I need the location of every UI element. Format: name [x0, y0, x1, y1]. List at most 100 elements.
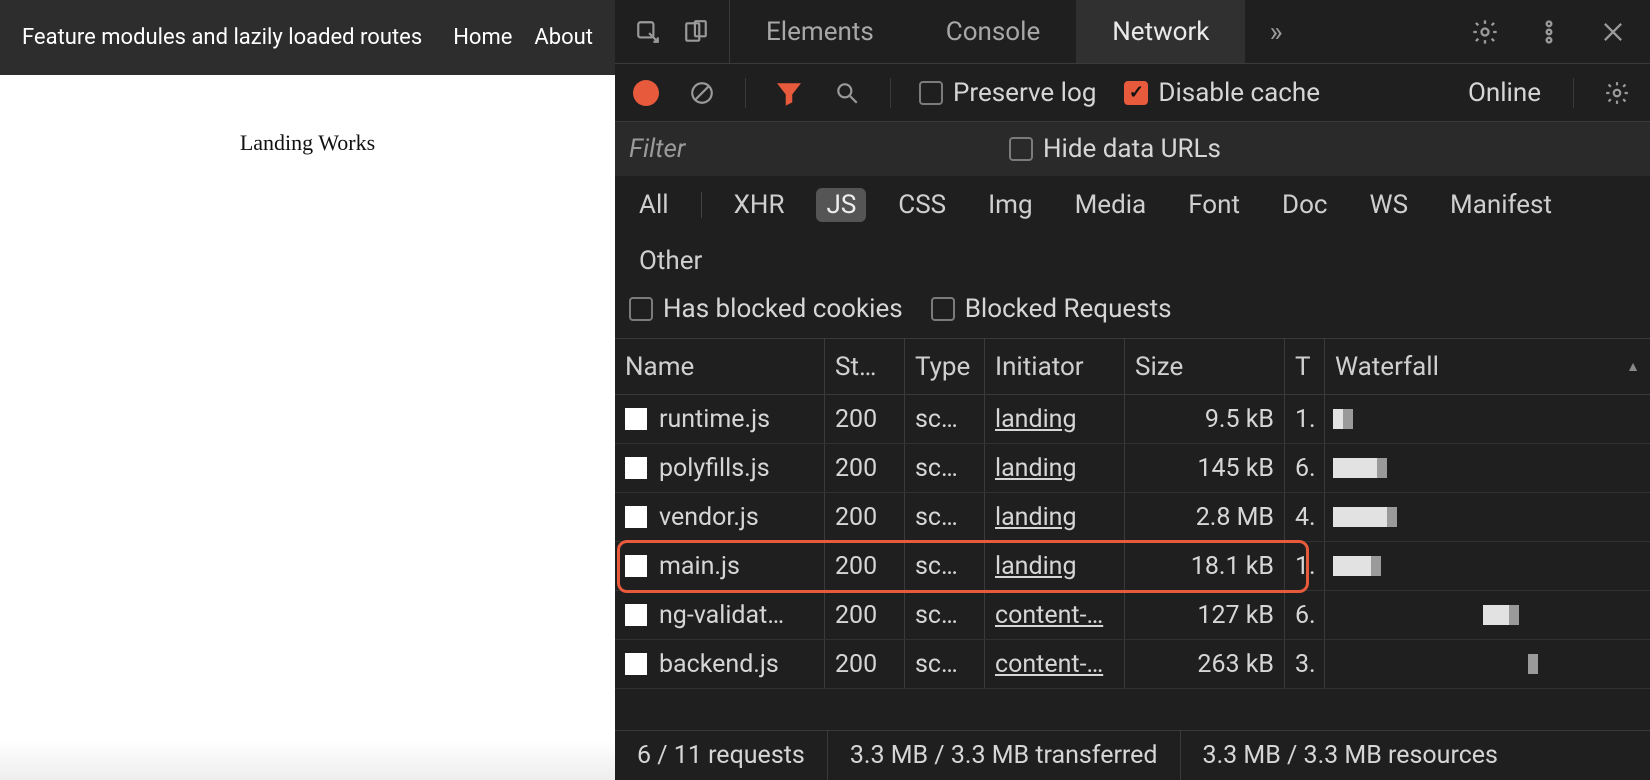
status-requests: 6 / 11 requests — [615, 731, 828, 780]
cell-type: sc… — [905, 493, 985, 541]
file-icon — [625, 653, 647, 675]
blocked-requests-label: Blocked Requests — [965, 294, 1172, 324]
cell-name: backend.js — [659, 650, 779, 679]
preserve-log-label: Preserve log — [953, 78, 1096, 108]
preserve-log-checkbox[interactable]: Preserve log — [919, 78, 1096, 108]
tab-network[interactable]: Network — [1076, 0, 1245, 63]
app-footer-fade — [0, 740, 615, 780]
disable-cache-label: Disable cache — [1158, 78, 1320, 108]
cell-time: 6. — [1285, 591, 1325, 639]
cell-waterfall — [1325, 640, 1650, 688]
disable-cache-checkbox[interactable]: Disable cache — [1124, 78, 1320, 108]
checkbox-icon — [629, 297, 653, 321]
devtools-tabs: Elements Console Network » — [615, 0, 1650, 64]
cell-status: 200 — [825, 395, 905, 443]
table-row[interactable]: polyfills.js200sc…landing145 kB6. — [615, 444, 1650, 493]
type-filter-row: All XHR JS CSS Img Media Font Doc WS Man… — [615, 176, 1650, 290]
cell-name: main.js — [659, 552, 740, 581]
type-css[interactable]: CSS — [888, 188, 956, 222]
devtools-pane: Elements Console Network » — [615, 0, 1650, 780]
cell-initiator[interactable]: landing — [995, 503, 1077, 532]
tab-elements[interactable]: Elements — [730, 0, 910, 63]
type-img[interactable]: Img — [978, 188, 1042, 222]
file-icon — [625, 506, 647, 528]
cell-status: 200 — [825, 493, 905, 541]
tab-console[interactable]: Console — [910, 0, 1076, 63]
status-bar: 6 / 11 requests 3.3 MB / 3.3 MB transfer… — [615, 730, 1650, 780]
cell-size: 18.1 kB — [1125, 542, 1285, 590]
cell-time: 4. — [1285, 493, 1325, 541]
landing-text: Landing Works — [240, 130, 375, 740]
hide-data-urls-checkbox[interactable]: Hide data URLs — [1009, 134, 1221, 164]
cell-type: sc… — [905, 542, 985, 590]
cell-initiator[interactable]: content-… — [995, 650, 1103, 679]
hide-data-urls-label: Hide data URLs — [1043, 134, 1221, 164]
app-nav-links: Home About — [453, 25, 593, 50]
checkbox-icon — [1009, 137, 1033, 161]
network-settings-gear-icon[interactable] — [1602, 78, 1632, 108]
blocked-requests-checkbox[interactable]: Blocked Requests — [931, 294, 1172, 324]
cell-waterfall — [1325, 395, 1650, 443]
nav-link-about[interactable]: About — [534, 25, 593, 50]
inspect-element-icon[interactable] — [633, 17, 663, 47]
checkbox-checked-icon — [1124, 81, 1148, 105]
type-other[interactable]: Other — [629, 244, 712, 278]
checkbox-icon — [931, 297, 955, 321]
search-icon[interactable] — [832, 78, 862, 108]
cell-status: 200 — [825, 444, 905, 492]
col-status[interactable]: St… — [825, 339, 905, 394]
type-media[interactable]: Media — [1065, 188, 1157, 222]
record-button[interactable] — [633, 80, 659, 106]
cell-initiator[interactable]: landing — [995, 454, 1077, 483]
type-all[interactable]: All — [629, 188, 679, 222]
close-devtools-icon[interactable] — [1598, 17, 1628, 47]
table-row[interactable]: main.js200sc…landing18.1 kB1. — [615, 542, 1650, 591]
app-title: Feature modules and lazily loaded routes — [22, 25, 453, 50]
tabs-overflow-icon[interactable]: » — [1245, 15, 1306, 48]
waterfall-label: Waterfall — [1335, 352, 1439, 382]
cell-status: 200 — [825, 591, 905, 639]
cell-waterfall — [1325, 444, 1650, 492]
table-body[interactable]: runtime.js200sc…landing9.5 kB1.polyfills… — [615, 395, 1650, 730]
cell-size: 127 kB — [1125, 591, 1285, 639]
device-toolbar-icon[interactable] — [681, 17, 711, 47]
col-initiator[interactable]: Initiator — [985, 339, 1125, 394]
cell-initiator[interactable]: landing — [995, 405, 1077, 434]
cell-size: 145 kB — [1125, 444, 1285, 492]
settings-gear-icon[interactable] — [1470, 17, 1500, 47]
kebab-menu-icon[interactable] — [1534, 17, 1564, 47]
cell-type: sc… — [905, 591, 985, 639]
cell-type: sc… — [905, 395, 985, 443]
file-icon — [625, 457, 647, 479]
app-navbar: Feature modules and lazily loaded routes… — [0, 0, 615, 75]
file-icon — [625, 604, 647, 626]
table-row[interactable]: runtime.js200sc…landing9.5 kB1. — [615, 395, 1650, 444]
table-row[interactable]: ng-validat…200sc…content-…127 kB6. — [615, 591, 1650, 640]
nav-link-home[interactable]: Home — [453, 25, 512, 50]
col-waterfall[interactable]: Waterfall ▲ — [1325, 339, 1650, 394]
throttling-select[interactable]: Online — [1468, 78, 1545, 108]
col-name[interactable]: Name — [615, 339, 825, 394]
type-js[interactable]: JS — [816, 188, 866, 222]
filter-funnel-icon[interactable] — [774, 78, 804, 108]
col-time[interactable]: T — [1285, 339, 1325, 394]
col-type[interactable]: Type — [905, 339, 985, 394]
type-font[interactable]: Font — [1178, 188, 1250, 222]
type-manifest[interactable]: Manifest — [1440, 188, 1562, 222]
cell-initiator[interactable]: content-… — [995, 601, 1103, 630]
type-doc[interactable]: Doc — [1272, 188, 1338, 222]
filter-input[interactable] — [629, 134, 969, 164]
cell-size: 9.5 kB — [1125, 395, 1285, 443]
clear-icon[interactable] — [687, 78, 717, 108]
cell-initiator[interactable]: landing — [995, 552, 1077, 581]
type-ws[interactable]: WS — [1360, 188, 1419, 222]
table-row[interactable]: backend.js200sc…content-…263 kB3. — [615, 640, 1650, 689]
cell-status: 200 — [825, 542, 905, 590]
type-xhr[interactable]: XHR — [724, 188, 795, 222]
status-resources: 3.3 MB / 3.3 MB resources — [1181, 731, 1520, 780]
col-size[interactable]: Size — [1125, 339, 1285, 394]
cell-size: 2.8 MB — [1125, 493, 1285, 541]
table-row[interactable]: vendor.js200sc…landing2.8 MB4. — [615, 493, 1650, 542]
filter-row: Hide data URLs — [615, 122, 1650, 176]
has-blocked-cookies-checkbox[interactable]: Has blocked cookies — [629, 294, 903, 324]
